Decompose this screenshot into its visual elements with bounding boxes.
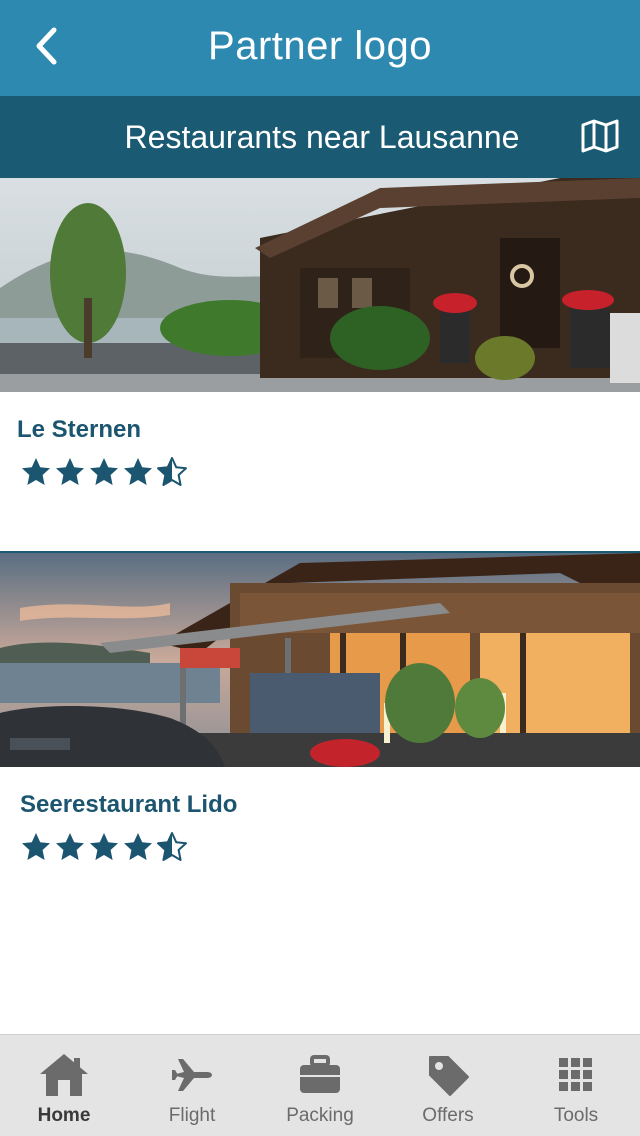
restaurant-photo (0, 178, 640, 392)
restaurant-name: Le Sternen (17, 416, 142, 443)
restaurant-card[interactable]: Seerestaurant Lido (0, 551, 640, 924)
map-button[interactable] (578, 114, 622, 158)
star-filled-icon (90, 458, 118, 485)
restaurant-card[interactable]: Le Sternen (0, 178, 640, 551)
tab-flight[interactable]: Flight (128, 1035, 256, 1136)
tab-packing[interactable]: Packing (256, 1035, 384, 1136)
restaurant-name: Seerestaurant Lido (20, 791, 238, 818)
tab-tools[interactable]: Tools (512, 1035, 640, 1136)
suitcase-icon (300, 1055, 340, 1093)
map-icon (581, 119, 619, 153)
tab-label: Offers (422, 1105, 474, 1126)
star-filled-icon (124, 833, 152, 860)
tab-label: Flight (168, 1105, 216, 1126)
tab-home[interactable]: Home (0, 1035, 128, 1136)
star-filled-icon (90, 833, 118, 860)
airplane-icon (172, 1059, 212, 1091)
home-icon (40, 1054, 88, 1096)
rating-stars (20, 831, 188, 863)
rating-stars (20, 456, 188, 488)
partner-logo-title: Partner logo (208, 24, 432, 68)
restaurant-photo (0, 553, 640, 767)
tab-label: Home (37, 1105, 91, 1126)
star-filled-icon (22, 458, 50, 485)
restaurant-list: Le Sternen Seerestaurant Lido (0, 178, 640, 924)
star-filled-icon (56, 458, 84, 485)
star-filled-icon (124, 458, 152, 485)
star-filled-icon (56, 833, 84, 860)
star-half-icon (157, 832, 187, 861)
tag-icon (429, 1056, 469, 1096)
grid-icon (559, 1058, 592, 1091)
star-half-icon (157, 457, 187, 486)
header-bar: Partner logo (0, 0, 640, 96)
tab-offers[interactable]: Offers (384, 1035, 512, 1136)
tab-label: Tools (553, 1105, 599, 1126)
star-filled-icon (22, 833, 50, 860)
page-title: Restaurants near Lausanne (124, 119, 520, 155)
tab-bar: Home Flight Packing Offers Tools (0, 1034, 640, 1136)
subheader-bar: Restaurants near Lausanne (0, 96, 640, 178)
tab-label: Packing (286, 1105, 354, 1126)
